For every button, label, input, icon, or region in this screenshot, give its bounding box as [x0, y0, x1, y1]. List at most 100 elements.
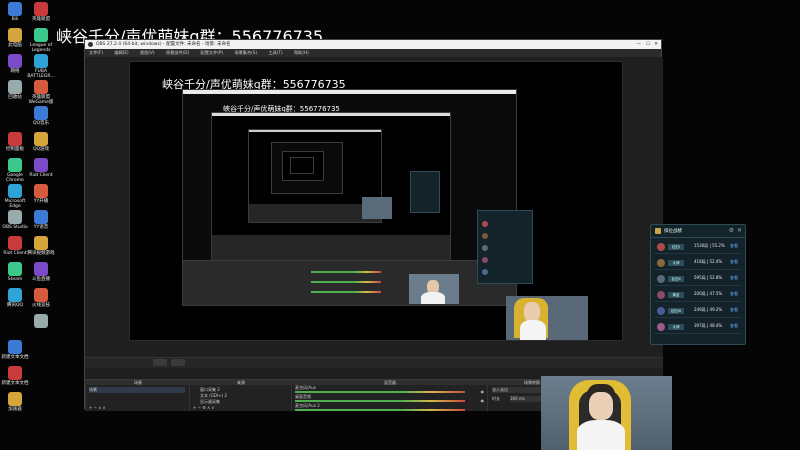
preview-button-b[interactable] [171, 359, 185, 366]
menu-item-profile[interactable]: 配置文件(P) [201, 50, 224, 55]
close-icon[interactable]: ✕ [654, 40, 658, 49]
desktop-icon[interactable]: 英雄联盟WeGame版 [26, 80, 56, 105]
app-icon [8, 2, 22, 16]
app-icon [34, 210, 48, 224]
rank-view-link[interactable]: 查看 [730, 323, 738, 329]
maximize-icon[interactable]: ☐ [646, 40, 650, 49]
player-avatar [657, 275, 665, 283]
desktop-icon[interactable]: League of Legends [26, 28, 56, 53]
app-icon [8, 158, 22, 172]
rank-settings-icon[interactable]: ⚙ [729, 227, 734, 234]
desktop-icon[interactable]: 斗鱼直播 [26, 262, 56, 282]
app-icon [34, 314, 48, 328]
rank-row: 钻石III 249局 | 49.2% 查看 [654, 305, 742, 318]
rank-row: 黄金 200局 | 47.5% 查看 [654, 289, 742, 302]
scene-item[interactable]: 场景 [89, 387, 185, 393]
sources-dock: 来源 窗口采集 2 文本 (GDI+) 2 显示器采集 + − ⚙ ∧ ∨ [189, 380, 292, 411]
sources-add-icon[interactable]: + − ⚙ ∧ ∨ [193, 405, 214, 410]
scenes-dock-header: 场景 [86, 380, 190, 385]
player-avatar [657, 307, 665, 315]
streamer-webcam [541, 376, 672, 450]
obs-preview[interactable]: 峡谷千分/声优萌妹q群：556776735 峡谷千分/声优萌妹q群：556776… [85, 57, 663, 379]
rank-panel: 排位战绩 ⚙ ✕ 钻石I 1530局 | 55.2% 查看 大师 418局 | 52.4… [650, 224, 746, 345]
desktop-icon[interactable]: 火线竞技 [26, 288, 56, 308]
scenes-add-icon[interactable]: + − ∧ ∨ [89, 405, 105, 410]
app-icon [34, 54, 48, 68]
scenes-dock: 场景 场景 + − ∧ ∨ [85, 380, 190, 411]
rank-badge: 大师 [668, 324, 684, 330]
app-icon [34, 132, 48, 146]
obs-window: OBS 27.2.4 (64-bit, windows) - 配置文件: 未命名… [84, 39, 664, 411]
desktop-icon-label: 加速器 [8, 407, 22, 412]
desktop-icon[interactable]: 腾讯视频游戏 [26, 236, 56, 256]
desktop-icon-label: 英雄联盟 [32, 17, 50, 22]
menu-item-docks[interactable]: 停靠部件(D) [166, 50, 189, 55]
menu-item-view[interactable]: 视图(V) [140, 50, 155, 55]
rank-logo-icon [655, 228, 661, 234]
mute-icon[interactable]: ◉ [481, 389, 485, 394]
menu-item-edit[interactable]: 编辑(E) [114, 50, 128, 55]
rank-score: 418局 | 52.4% [694, 259, 723, 264]
nested-obs-level-1: 峡谷千分/声优萌妹q群：556776735 [182, 89, 533, 306]
desktop-icon[interactable]: 回收站 [0, 80, 30, 100]
desktop-icon[interactable]: 英雄联盟 [26, 2, 56, 22]
desktop-icon[interactable]: YY语音 [26, 210, 56, 230]
app-icon [8, 54, 22, 68]
menu-item-file[interactable]: 文件(F) [89, 50, 103, 55]
rank-score: 1530局 | 55.2% [694, 243, 725, 248]
app-icon [8, 340, 22, 354]
desktop-icon[interactable] [26, 314, 56, 329]
menu-item-scene-collection[interactable]: 场景集合(S) [234, 50, 257, 55]
rank-badge: 钻石III [668, 308, 684, 314]
rank-view-link[interactable]: 查看 [730, 291, 738, 297]
rank-view-link[interactable]: 查看 [730, 275, 738, 281]
desktop-icon-label: 英雄联盟WeGame版 [28, 95, 54, 105]
nested-webcam [409, 274, 459, 304]
player-avatar [657, 259, 665, 267]
desktop-icon[interactable]: QQ音乐 [26, 106, 56, 126]
desktop-icon-label: YY开播 [33, 199, 49, 204]
desktop-icon[interactable]: 新建文本文档 [0, 340, 30, 360]
mixer-dock: 混音器 麦克风/Aux 桌面音频 麦克风/Aux 2 ◉ ◉ [291, 380, 488, 411]
obs-titlebar: OBS 27.2.4 (64-bit, windows) - 配置文件: 未命名… [85, 40, 661, 49]
desktop-icon-label: 新建文本文档 [1, 381, 29, 386]
mixer-meter [295, 400, 465, 402]
rank-view-link[interactable]: 查看 [730, 307, 738, 313]
rank-score: 397局 | 48.4% [694, 323, 723, 328]
player-avatar [657, 243, 665, 251]
mute-icon[interactable]: ◉ [481, 398, 485, 403]
app-icon [8, 288, 22, 302]
sources-dock-header: 来源 [190, 380, 292, 385]
player-avatar [657, 323, 665, 331]
rank-view-link[interactable]: 查看 [730, 259, 738, 265]
desktop-icon[interactable]: QQ游戏 [26, 132, 56, 152]
preview-button-a[interactable] [153, 359, 167, 366]
rank-row: 大师 418局 | 52.4% 查看 [654, 257, 742, 270]
obs-menubar: 文件(F) 编辑(E) 视图(V) 停靠部件(D) 配置文件(P) 场景集合(S… [85, 49, 661, 57]
minimize-icon[interactable]: — [637, 40, 642, 49]
rank-view-link[interactable]: 查看 [730, 243, 738, 249]
desktop-icon[interactable]: FUBA BATTLEGR... [26, 54, 56, 79]
mixer-meter [295, 409, 465, 411]
app-icon [34, 2, 48, 16]
menu-item-tools[interactable]: 工具(T) [268, 50, 282, 55]
rank-panel-title: 排位战绩 [664, 229, 682, 234]
desktop-icon[interactable]: 新建文本文档 [0, 366, 30, 386]
app-icon [34, 184, 48, 198]
menu-item-help[interactable]: 帮助(H) [294, 50, 309, 55]
desktop-icon[interactable]: 加速器 [0, 392, 30, 412]
desktop-icon-label: 火线竞技 [32, 303, 50, 308]
streamer-shirt [577, 420, 625, 450]
desktop-icon[interactable]: YY开播 [26, 184, 56, 204]
app-icon [8, 366, 22, 380]
obs-icon [88, 42, 93, 47]
preview-canvas[interactable]: 峡谷千分/声优萌妹q群：556776735 峡谷千分/声优萌妹q群：556776… [129, 61, 623, 341]
rank-row: 钻石I 1530局 | 55.2% 查看 [654, 241, 742, 254]
desktop-icon-label: 回收站 [8, 95, 22, 100]
rank-badge: 大师 [668, 260, 684, 266]
rank-close-icon[interactable]: ✕ [737, 227, 742, 234]
rank-panel-header: 排位战绩 ⚙ ✕ [651, 225, 745, 238]
app-icon [34, 158, 48, 172]
desktop-icon[interactable]: Riot Client [26, 158, 56, 178]
app-icon [34, 236, 48, 250]
